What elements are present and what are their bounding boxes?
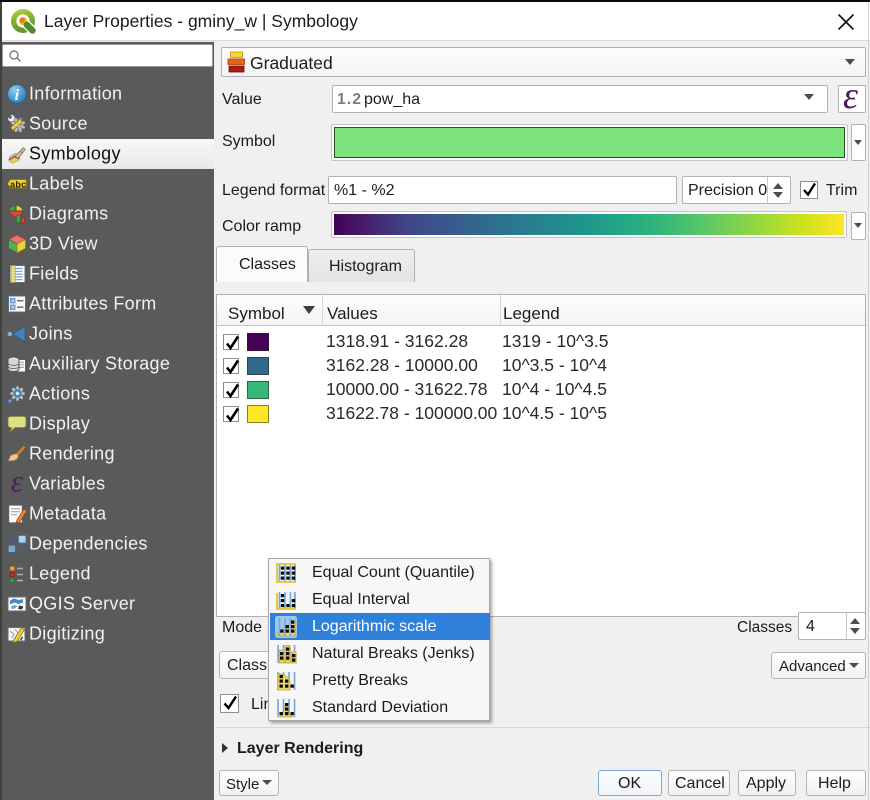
svg-text:ε: ε (11, 464, 24, 499)
svg-text:abc: abc (10, 179, 26, 189)
svg-text:i: i (15, 87, 20, 104)
